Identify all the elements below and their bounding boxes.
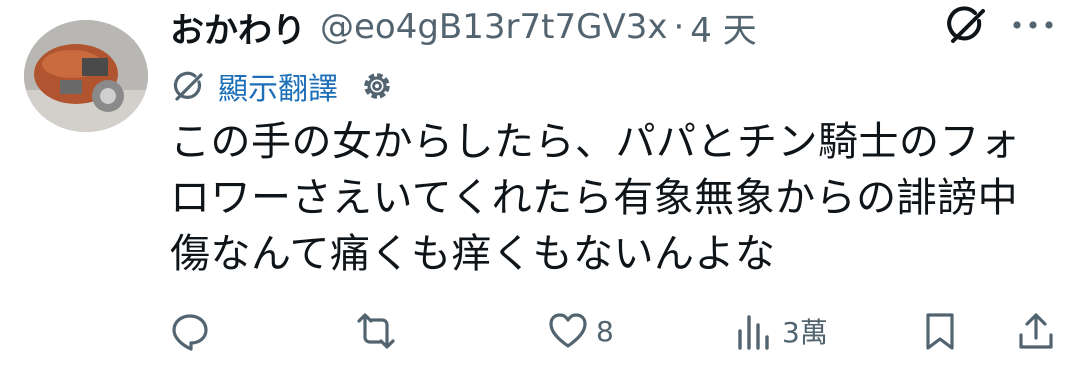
bookmark-button[interactable] <box>920 306 960 356</box>
show-translation-link[interactable]: 顯示翻譯 <box>218 64 338 108</box>
retweet-icon <box>357 313 395 349</box>
views-button[interactable]: 3萬 <box>734 306 828 356</box>
reply-button[interactable] <box>170 306 218 356</box>
share-button[interactable] <box>1016 306 1056 356</box>
like-count: 8 <box>596 314 614 348</box>
tweet-header: おかわり @eo4gB13r7t7GV3x · 4 天 <box>170 2 757 52</box>
translate-row: 顯示翻譯 <box>170 64 394 108</box>
share-icon <box>1019 313 1053 349</box>
avatar[interactable] <box>24 20 148 132</box>
reply-icon <box>172 314 208 351</box>
view-count: 3萬 <box>782 316 828 349</box>
retweet-button[interactable] <box>356 306 404 356</box>
display-name[interactable]: おかわり <box>170 3 306 52</box>
separator-dot: · <box>673 7 685 47</box>
tweet-text: この手の女からしたら、パパとチン騎士のフォ ロワーさえいてくれたら有象無象からの… <box>170 119 1021 277</box>
grok-icon[interactable] <box>944 4 988 48</box>
more-icon[interactable] <box>1012 18 1054 32</box>
like-button[interactable]: 8 <box>548 306 614 356</box>
settings-gear-icon[interactable] <box>360 69 394 103</box>
bookmark-icon <box>926 313 954 350</box>
user-handle[interactable]: @eo4gB13r7t7GV3x <box>320 7 667 47</box>
avatar-image <box>24 20 148 132</box>
like-icon <box>549 313 587 348</box>
translate-icon <box>173 71 203 101</box>
views-icon <box>738 315 769 350</box>
timestamp[interactable]: 4 天 <box>690 3 756 52</box>
